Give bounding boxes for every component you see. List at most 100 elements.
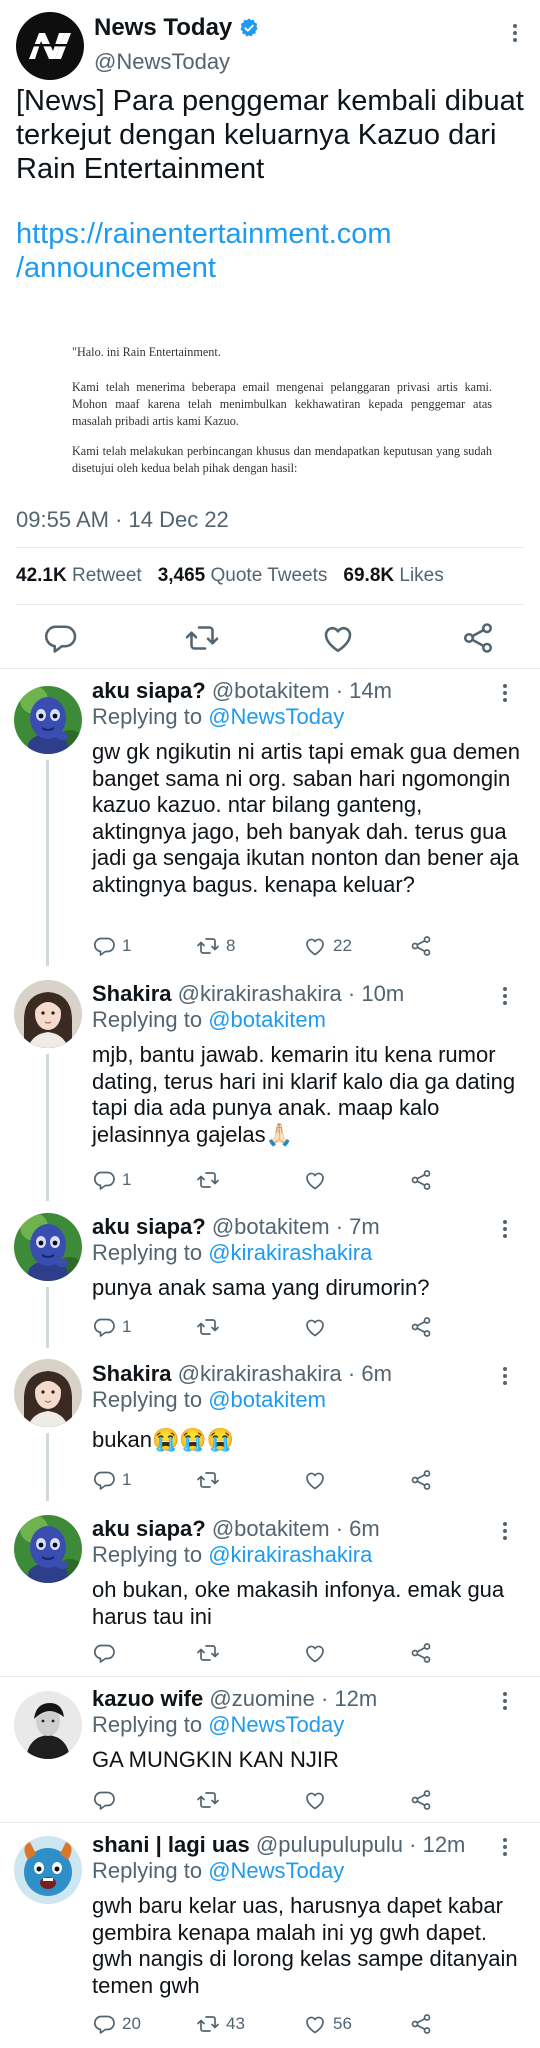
tweet-timestamp[interactable]: 09:55 AM · 14 Dec 22 xyxy=(16,507,229,533)
main-author-handle[interactable]: @NewsToday xyxy=(94,49,230,75)
avatar[interactable] xyxy=(14,1359,82,1427)
reply-author-handle[interactable]: @pulupulupulu xyxy=(256,1832,403,1857)
more-options-icon[interactable] xyxy=(508,24,522,42)
like-button[interactable] xyxy=(303,1468,333,1492)
share-button[interactable] xyxy=(409,1788,433,1812)
like-button[interactable]: 56 xyxy=(303,2012,352,2036)
more-options-icon[interactable] xyxy=(498,1838,512,1856)
retweet-count: 42.1K xyxy=(16,565,67,586)
reply-author-name[interactable]: shani | lagi uas xyxy=(92,1832,250,1857)
reply-action-bar: 20 43 56 xyxy=(0,2012,540,2038)
reply-tweet[interactable]: shani | lagi uas @pulupulupulu · 12m Rep… xyxy=(0,1823,540,2048)
reply-button[interactable]: 1 xyxy=(92,934,131,958)
reply-author-name[interactable]: aku siapa? xyxy=(92,678,206,703)
reply-tweet[interactable]: aku siapa? @botakitem · 6m Replying to @… xyxy=(0,1498,540,1676)
retweet-button[interactable] xyxy=(196,1315,226,1339)
like-count: 22 xyxy=(333,936,352,955)
retweet-button[interactable] xyxy=(196,1468,226,1492)
reply-icon xyxy=(92,1468,116,1492)
avatar[interactable] xyxy=(14,1515,82,1583)
like-button[interactable] xyxy=(303,1315,333,1339)
reply-author-name[interactable]: aku siapa? xyxy=(92,1214,206,1239)
share-icon[interactable] xyxy=(460,620,496,656)
retweet-button[interactable] xyxy=(196,1168,226,1192)
share-icon xyxy=(409,1641,433,1665)
reply-text: oh bukan, oke makasih infonya. emak gua … xyxy=(92,1577,505,1629)
like-button[interactable] xyxy=(303,1168,333,1192)
avatar[interactable] xyxy=(14,686,82,754)
reply-button[interactable]: 1 xyxy=(92,1168,131,1192)
reply-count: 1 xyxy=(122,1317,132,1336)
reply-author-handle[interactable]: @kirakirashakira xyxy=(178,981,342,1006)
reply-button[interactable]: 1 xyxy=(92,1315,131,1339)
link-line-1[interactable]: https://rainentertainment.com xyxy=(16,217,526,251)
share-button[interactable] xyxy=(409,934,433,958)
reply-author-handle[interactable]: @kirakirashakira xyxy=(178,1361,342,1386)
main-tweet-link[interactable]: https://rainentertainment.com /announcem… xyxy=(16,217,526,285)
news-today-avatar[interactable] xyxy=(16,12,84,80)
reply-button[interactable] xyxy=(92,1788,122,1812)
like-button[interactable]: 22 xyxy=(303,934,352,958)
more-options-icon[interactable] xyxy=(498,1692,512,1710)
reply-tweet[interactable]: Shakira @kirakirashakira · 10m Replying … xyxy=(0,963,540,1201)
like-button[interactable] xyxy=(303,1641,333,1665)
reply-target-handle[interactable]: @botakitem xyxy=(208,1007,326,1032)
share-button[interactable] xyxy=(409,1315,433,1339)
reply-author-name[interactable]: Shakira xyxy=(92,1361,172,1386)
replying-label: Replying to xyxy=(92,1240,203,1265)
avatar[interactable] xyxy=(14,1691,82,1759)
reply-author-name[interactable]: Shakira xyxy=(92,981,172,1006)
reply-author-handle[interactable]: @botakitem xyxy=(212,1516,330,1541)
reply-target-handle[interactable]: @kirakirashakira xyxy=(208,1542,372,1567)
more-options-icon[interactable] xyxy=(498,1220,512,1238)
reply-button[interactable]: 20 xyxy=(92,2012,141,2036)
share-button[interactable] xyxy=(409,2012,433,2036)
reply-author-name[interactable]: kazuo wife xyxy=(92,1686,203,1711)
replying-label: Replying to xyxy=(92,1712,203,1737)
likes-stat[interactable]: 69.8K Likes xyxy=(343,565,443,587)
share-icon xyxy=(409,2012,433,2036)
announcement-document-image[interactable]: "Halo. ini Rain Entertainment. Kami tela… xyxy=(72,344,492,490)
reply-icon[interactable] xyxy=(42,620,78,656)
retweet-icon xyxy=(196,1168,220,1192)
reply-action-bar: 1 xyxy=(0,1168,540,1194)
more-options-icon[interactable] xyxy=(498,1367,512,1385)
reply-target-handle[interactable]: @NewsToday xyxy=(208,704,344,729)
reply-target-handle[interactable]: @NewsToday xyxy=(208,1858,344,1883)
share-button[interactable] xyxy=(409,1168,433,1192)
reply-author-handle[interactable]: @botakitem xyxy=(212,678,330,703)
retweet-button[interactable]: 43 xyxy=(196,2012,245,2036)
quote-stat[interactable]: 3,465 Quote Tweets xyxy=(158,565,328,587)
reply-author-handle[interactable]: @botakitem xyxy=(212,1214,330,1239)
avatar[interactable] xyxy=(14,1213,82,1281)
share-button[interactable] xyxy=(409,1468,433,1492)
share-button[interactable] xyxy=(409,1641,433,1665)
reply-button[interactable] xyxy=(92,1641,122,1665)
like-button[interactable] xyxy=(303,1788,333,1812)
link-line-2[interactable]: /announcement xyxy=(16,251,526,285)
more-options-icon[interactable] xyxy=(498,1522,512,1540)
avatar[interactable] xyxy=(14,1836,82,1904)
reply-button[interactable]: 1 xyxy=(92,1468,131,1492)
retweet-button[interactable]: 8 xyxy=(196,934,235,958)
reply-tweet[interactable]: aku siapa? @botakitem · 14m Replying to … xyxy=(0,668,540,966)
retweet-button[interactable] xyxy=(196,1788,226,1812)
reply-tweet[interactable]: Shakira @kirakirashakira · 6m Replying t… xyxy=(0,1345,540,1501)
main-author-name[interactable]: News Today xyxy=(94,14,260,42)
like-icon[interactable] xyxy=(320,620,356,656)
more-options-icon[interactable] xyxy=(498,987,512,1005)
reply-author-handle[interactable]: @zuomine xyxy=(209,1686,315,1711)
more-options-icon[interactable] xyxy=(498,684,512,702)
retweet-button[interactable] xyxy=(196,1641,226,1665)
reply-target-handle[interactable]: @kirakirashakira xyxy=(208,1240,372,1265)
quote-stat-label: Quote Tweets xyxy=(210,565,328,586)
reply-tweet[interactable]: aku siapa? @botakitem · 7m Replying to @… xyxy=(0,1198,540,1348)
avatar[interactable] xyxy=(14,980,82,1048)
retweet-stat[interactable]: 42.1K Retweet xyxy=(16,565,142,587)
reply-author-name[interactable]: aku siapa? xyxy=(92,1516,206,1541)
reply-target-handle[interactable]: @NewsToday xyxy=(208,1712,344,1737)
reply-target-handle[interactable]: @botakitem xyxy=(208,1387,326,1412)
reply-tweet[interactable]: kazuo wife @zuomine · 12m Replying to @N… xyxy=(0,1677,540,1822)
author-name-text[interactable]: News Today xyxy=(94,14,232,42)
retweet-icon[interactable] xyxy=(184,620,220,656)
